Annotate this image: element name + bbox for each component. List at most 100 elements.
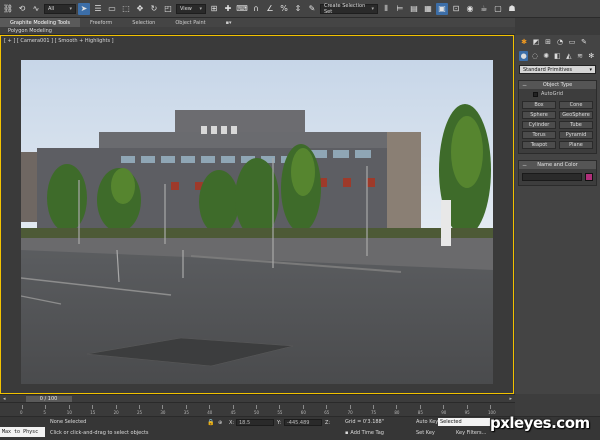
keyboard-shortcut-icon[interactable]: ⌨ [236, 3, 248, 15]
layer-manager-icon[interactable]: ▤ [408, 3, 420, 15]
time-slider-prev-icon[interactable]: ◂ [3, 396, 6, 402]
teapot-button[interactable]: Teapot [522, 141, 556, 149]
render-setup-icon[interactable]: ☕ [478, 3, 490, 15]
trackbar[interactable]: 0 5 10 15 20 25 30 35 40 45 50 55 60 65 70 75 80 85 90 95 10… [0, 402, 515, 416]
link-icon[interactable]: ⛓ [2, 3, 14, 15]
schematic-view-icon[interactable]: ⊡ [450, 3, 462, 15]
tube-button[interactable]: Tube [559, 121, 593, 129]
trackbar-tick-mark [185, 405, 187, 409]
cameras-icon[interactable]: ◧ [553, 51, 562, 61]
selection-lock-icon[interactable]: 🔒 [207, 419, 214, 426]
cone-button[interactable]: Cone [559, 101, 593, 109]
tab-freeform[interactable]: Freeform [80, 18, 122, 27]
camera-viewport[interactable]: [ + ] [ Camera001 ] [ Smooth + Highlight… [0, 35, 514, 394]
bind-icon[interactable]: ∿ [30, 3, 42, 15]
trackbar-tick-mark [139, 405, 140, 409]
sphere-button[interactable]: Sphere [522, 111, 556, 119]
unlink-icon[interactable]: ⟲ [16, 3, 28, 15]
trackbar-tick-mark [419, 405, 421, 409]
spinner-snap-icon[interactable]: ⇕ [292, 3, 304, 15]
tab-object-paint[interactable]: Object Paint [165, 18, 215, 27]
tab-graphite-modeling-tools[interactable]: Graphite Modeling Tools [0, 18, 81, 27]
torus-button[interactable]: Torus [522, 131, 556, 139]
trackbar-tick-label: 15 [90, 410, 96, 415]
display-tab-icon[interactable]: ▭ [567, 37, 577, 47]
object-type-rollout-header[interactable]: − Object Type [519, 81, 596, 89]
collapse-icon: − [522, 81, 528, 89]
box-button[interactable]: Box [522, 101, 556, 109]
trackbar-tick-label: 95 [464, 410, 470, 415]
pyramid-button[interactable]: Pyramid [559, 131, 593, 139]
primitive-category-dropdown[interactable]: Standard Primitives ▾ [519, 65, 596, 74]
reference-coordinate-dropdown[interactable]: View ▾ [176, 3, 206, 14]
shapes-icon[interactable]: ◌ [530, 51, 539, 61]
select-object-icon[interactable]: ➤ [78, 2, 90, 15]
pivot-center-icon[interactable]: ⊞ [208, 3, 220, 15]
auto-key-button[interactable]: Auto Key [416, 419, 438, 425]
maxscript-listener-input[interactable]: Max to Physc [0, 427, 45, 437]
percent-snap-icon[interactable]: % [278, 3, 290, 15]
selection-filter-dropdown[interactable]: All ▾ [44, 3, 76, 14]
systems-icon[interactable]: ✻ [587, 51, 596, 61]
set-key-button[interactable]: Set Key [416, 430, 435, 436]
ribbon-options-icon[interactable]: ▪▾ [216, 18, 242, 27]
create-tab-icon[interactable]: ✱ [519, 37, 529, 47]
trackbar-tick-label: 70 [347, 410, 353, 415]
motion-tab-icon[interactable]: ◔ [555, 37, 565, 47]
key-selection-dropdown[interactable]: Selected [438, 418, 490, 426]
snap-toggle-icon[interactable]: ∩ [250, 3, 262, 15]
select-by-name-icon[interactable]: ☰ [92, 3, 104, 15]
graphite-ribbon-tabs: Graphite Modeling Tools Freeform Selecti… [0, 18, 515, 27]
plane-button[interactable]: Plane [559, 141, 593, 149]
x-coord-field[interactable]: 18.5 [236, 419, 274, 426]
mirror-icon[interactable]: ⫴ [380, 3, 392, 15]
space-warps-icon[interactable]: ≋ [575, 51, 584, 61]
key-filters-button[interactable]: Key Filters... [456, 430, 486, 436]
name-and-color-rollout-header[interactable]: − Name and Color [519, 161, 596, 169]
lights-icon[interactable]: ✺ [542, 51, 551, 61]
move-icon[interactable]: ✥ [134, 3, 146, 15]
add-time-tag-button[interactable]: ▪ Add Time Tag [345, 430, 384, 436]
render-production-icon[interactable]: ☗ [506, 3, 518, 15]
object-type-rollout: − Object Type AutoGrid Box Cone Sphere G… [518, 80, 597, 154]
material-editor-icon[interactable]: ◉ [464, 3, 476, 15]
time-slider-next-icon[interactable]: ▸ [509, 396, 512, 402]
graphite-ribbon-icon[interactable]: ▦ [422, 3, 434, 15]
name-and-color-title: Name and Color [537, 162, 578, 168]
rendered-frame-icon[interactable]: ▢ [492, 3, 504, 15]
geometry-icon[interactable]: ● [519, 51, 529, 61]
hierarchy-tab-icon[interactable]: ⊞ [543, 37, 553, 47]
select-manipulate-icon[interactable]: ✚ [222, 3, 234, 15]
geosphere-button[interactable]: GeoSphere [559, 111, 593, 119]
add-time-tag-label: Add Time Tag [350, 430, 384, 436]
prompt-line: Click or click-and-drag to select object… [50, 430, 149, 436]
rotate-icon[interactable]: ↻ [148, 3, 160, 15]
y-coord-field[interactable]: -445.489 [284, 419, 322, 426]
scale-icon[interactable]: ◰ [162, 3, 174, 15]
polygon-modeling-panel-label[interactable]: Polygon Modeling [8, 28, 52, 34]
angle-snap-icon[interactable]: ∠ [264, 3, 276, 15]
helpers-icon[interactable]: ◭ [564, 51, 573, 61]
rectangle-region-icon[interactable]: ▭ [106, 3, 118, 15]
trackbar-tick-mark [349, 405, 351, 409]
object-color-swatch[interactable] [585, 173, 593, 181]
utilities-tab-icon[interactable]: ✎ [579, 37, 589, 47]
modify-tab-icon[interactable]: ◩ [531, 37, 541, 47]
named-selection-set-dropdown[interactable]: Create Selection Set ▾ [320, 3, 378, 15]
autogrid-checkbox[interactable] [533, 91, 538, 97]
tab-selection[interactable]: Selection [122, 18, 165, 27]
curve-editor-icon[interactable]: ▣ [436, 2, 448, 15]
window-crossing-icon[interactable]: ⬚ [120, 3, 132, 15]
cylinder-button[interactable]: Cylinder [522, 121, 556, 129]
time-slider-handle[interactable]: 0 / 100 [25, 395, 72, 402]
align-icon[interactable]: ⊨ [394, 3, 406, 15]
viewport-label[interactable]: [ + ] [ Camera001 ] [ Smooth + Highlight… [4, 38, 114, 44]
trackbar-tick-label: 20 [113, 410, 119, 415]
trackbar-tick-mark [256, 405, 257, 409]
name-row [519, 169, 596, 185]
object-name-input[interactable] [522, 173, 582, 181]
autogrid-checkbox-row[interactable]: AutoGrid [519, 89, 596, 99]
edit-named-sets-icon[interactable]: ✎ [306, 3, 318, 15]
trackbar-tick-mark [443, 405, 445, 409]
viewport-render-photo [21, 60, 493, 384]
